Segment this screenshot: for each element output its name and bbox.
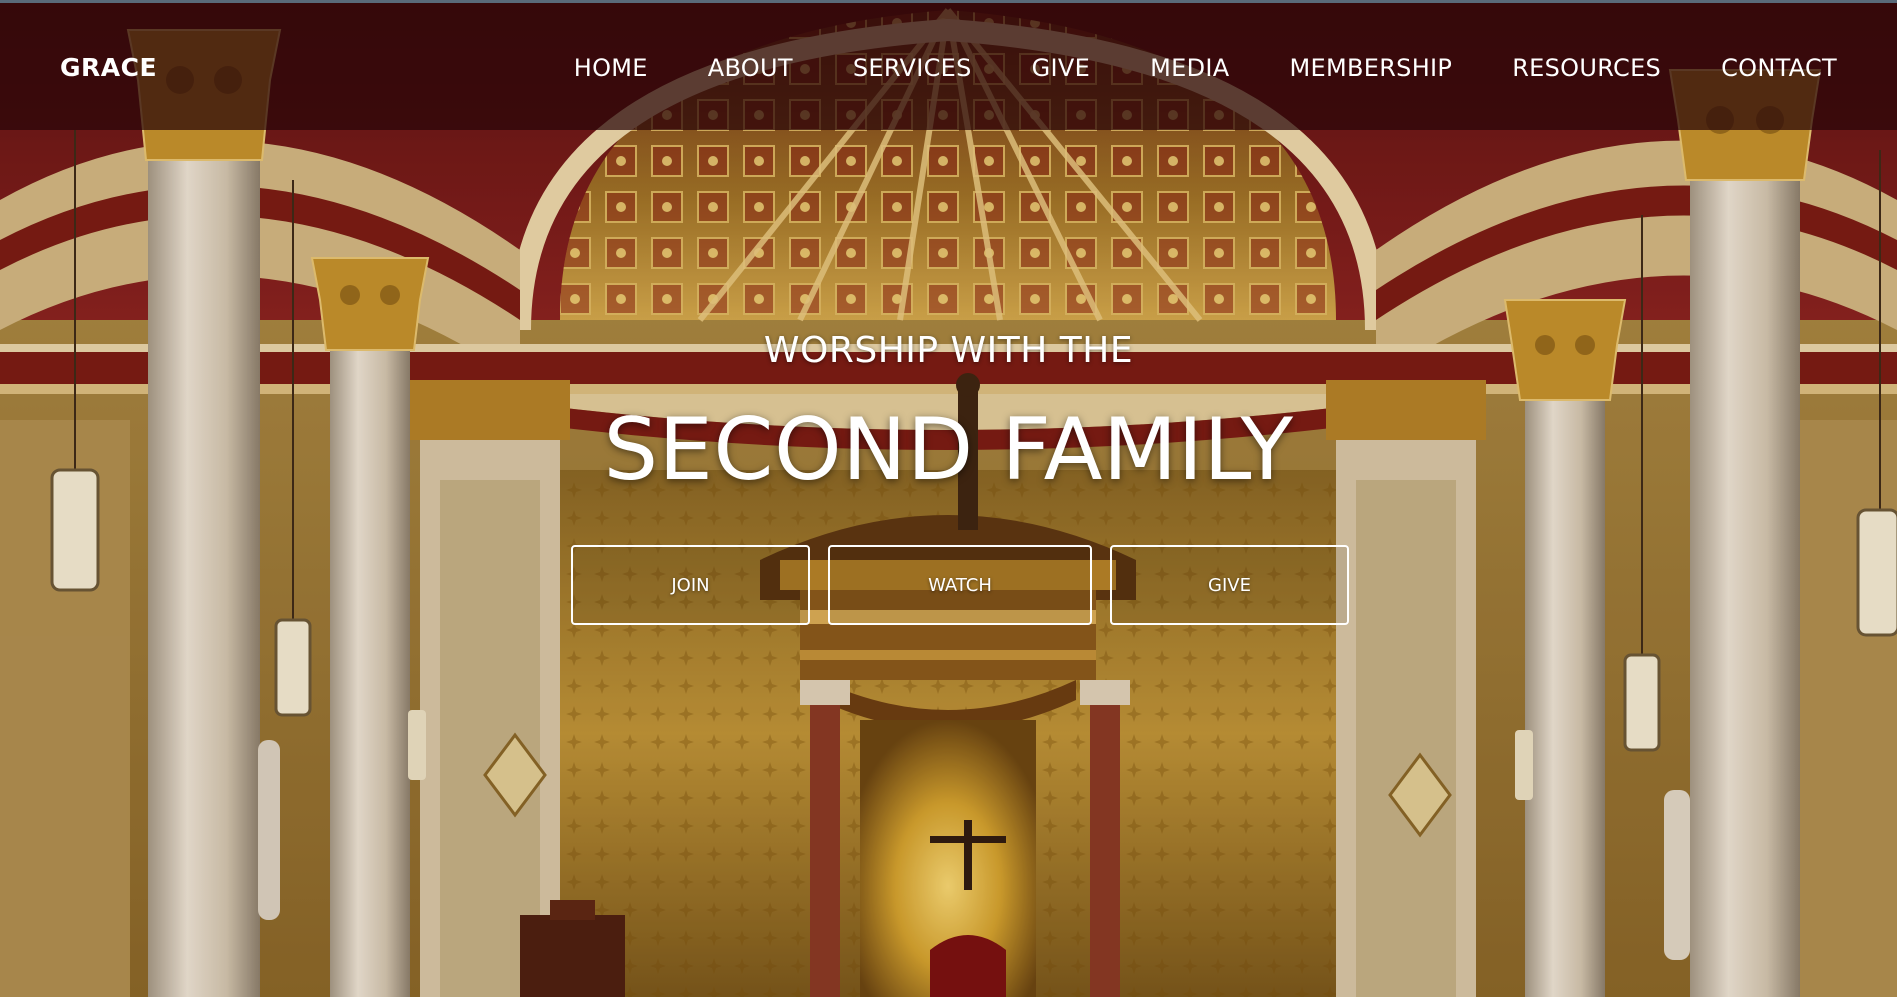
nav-link-services[interactable]: SERVICES	[793, 53, 972, 83]
hero-headline: SECOND FAMILY	[603, 400, 1294, 500]
give-button[interactable]: GIVE	[1110, 545, 1349, 625]
hero-button-group: JOIN WATCH GIVE	[571, 545, 1349, 625]
nav-link-about[interactable]: ABOUT	[648, 53, 793, 83]
nav-link-contact[interactable]: CONTACT	[1661, 53, 1837, 83]
nav-item-media: MEDIA	[1090, 53, 1229, 83]
main-navigation: HOME ABOUT SERVICES GIVE MEDIA MEMBERSHI…	[574, 53, 1837, 83]
site-header: GRACE HOME ABOUT SERVICES GIVE MEDIA MEM…	[0, 3, 1897, 130]
join-button[interactable]: JOIN	[571, 545, 810, 625]
nav-link-media[interactable]: MEDIA	[1090, 53, 1229, 83]
watch-button[interactable]: WATCH	[828, 545, 1092, 625]
nav-item-home: HOME	[574, 53, 648, 83]
nav-item-membership: MEMBERSHIP	[1229, 53, 1452, 83]
top-accent-line	[0, 0, 1897, 3]
nav-item-services: SERVICES	[793, 53, 972, 83]
nav-link-membership[interactable]: MEMBERSHIP	[1229, 53, 1452, 83]
nav-link-resources[interactable]: RESOURCES	[1452, 53, 1661, 83]
nav-item-about: ABOUT	[648, 53, 793, 83]
brand-logo-link[interactable]: GRACE	[60, 53, 157, 82]
page: GRACE HOME ABOUT SERVICES GIVE MEDIA MEM…	[0, 0, 1897, 997]
nav-link-home[interactable]: HOME	[574, 53, 648, 83]
nav-item-contact: CONTACT	[1661, 53, 1837, 83]
hero-eyebrow: WORSHIP WITH THE	[763, 330, 1134, 371]
nav-link-give[interactable]: GIVE	[972, 53, 1090, 83]
nav-item-resources: RESOURCES	[1452, 53, 1661, 83]
nav-item-give: GIVE	[972, 53, 1090, 83]
